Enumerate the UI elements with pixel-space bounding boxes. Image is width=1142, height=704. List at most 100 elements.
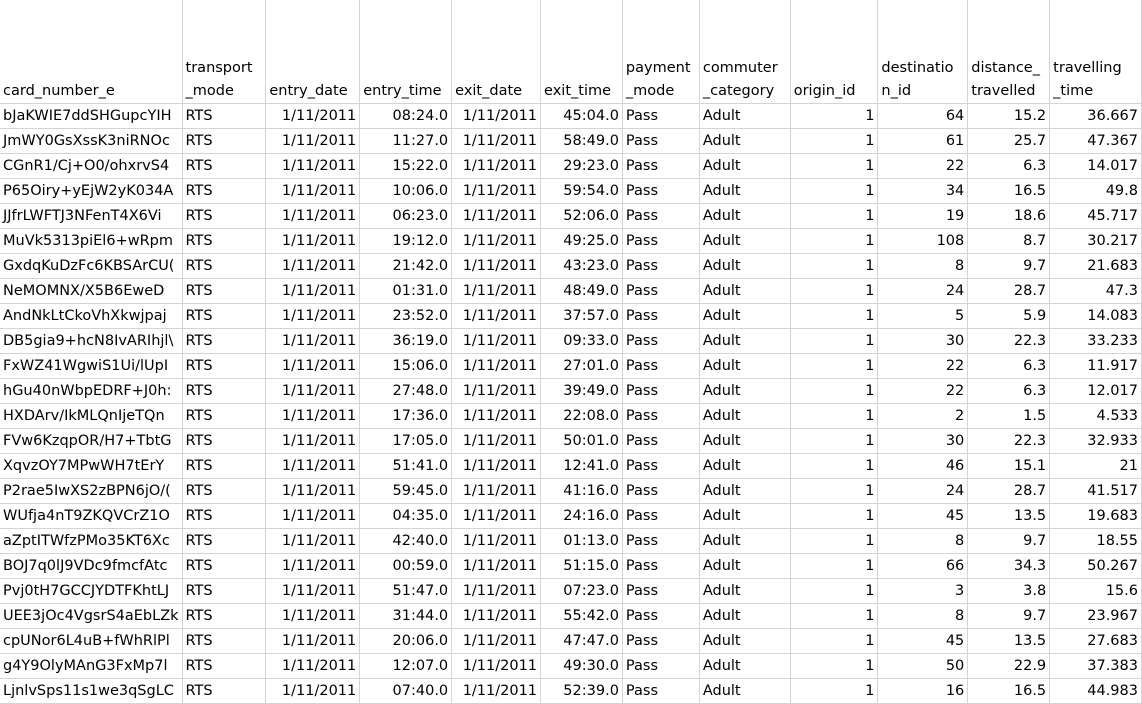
travelling-time-cell[interactable]: 33.233 [1049,328,1142,354]
entry-date-cell[interactable]: 1/11/2011 [265,503,361,529]
distance-travelled-cell[interactable]: 22.9 [967,653,1051,679]
exit-date-cell[interactable]: 1/11/2011 [451,328,542,354]
card-number-cell[interactable]: DB5gia9+hcN8IvARIhjl\ [0,328,183,354]
transport-mode-cell[interactable]: RTS [182,228,267,254]
payment-mode-cell[interactable]: Pass [622,353,700,379]
card-number-cell[interactable]: cpUNor6L4uB+fWhRlPl [0,628,183,654]
destination-id-cell[interactable]: 108 [877,228,969,254]
transport-mode-cell[interactable]: RTS [182,353,267,379]
exit-time-cell[interactable]: 59:54.0 [540,178,623,204]
commuter-category-cell[interactable]: Adult [699,428,791,454]
travelling-time-cell[interactable]: 27.683 [1049,628,1142,654]
distance-travelled-cell[interactable]: 16.5 [967,178,1051,204]
payment-mode-cell[interactable]: Pass [622,253,700,279]
card-number-cell[interactable]: P2rae5IwXS2zBPN6jO/( [0,478,183,504]
commuter-category-cell[interactable]: Adult [699,228,791,254]
transport-mode-cell[interactable]: RTS [182,178,267,204]
entry-time-cell[interactable]: 10:06.0 [359,178,453,204]
exit-date-cell[interactable]: 1/11/2011 [451,103,542,129]
origin-id-cell[interactable]: 1 [790,303,879,329]
distance-travelled-cell[interactable]: 22.3 [967,328,1051,354]
entry-date-cell[interactable]: 1/11/2011 [265,278,361,304]
exit-time-cell[interactable]: 09:33.0 [540,328,623,354]
payment-mode-cell[interactable]: Pass [622,103,700,129]
exit-time-cell[interactable]: 50:01.0 [540,428,623,454]
exit-time-cell[interactable]: 43:23.0 [540,253,623,279]
destination-id-cell[interactable]: 8 [877,253,969,279]
travelling-time-cell[interactable]: 4.533 [1049,403,1142,429]
header-cell[interactable]: destinatio n_id [877,0,969,104]
payment-mode-cell[interactable]: Pass [622,378,700,404]
entry-time-cell[interactable]: 36:19.0 [359,328,453,354]
commuter-category-cell[interactable]: Adult [699,578,791,604]
distance-travelled-cell[interactable]: 6.3 [967,378,1051,404]
exit-time-cell[interactable]: 48:49.0 [540,278,623,304]
origin-id-cell[interactable]: 1 [790,528,879,554]
exit-date-cell[interactable]: 1/11/2011 [451,353,542,379]
exit-time-cell[interactable]: 22:08.0 [540,403,623,429]
card-number-cell[interactable]: hGu40nWbpEDRF+J0h: [0,378,183,404]
origin-id-cell[interactable]: 1 [790,353,879,379]
exit-date-cell[interactable]: 1/11/2011 [451,578,542,604]
entry-date-cell[interactable]: 1/11/2011 [265,403,361,429]
payment-mode-cell[interactable]: Pass [622,278,700,304]
destination-id-cell[interactable]: 8 [877,528,969,554]
origin-id-cell[interactable]: 1 [790,278,879,304]
destination-id-cell[interactable]: 34 [877,178,969,204]
payment-mode-cell[interactable]: Pass [622,303,700,329]
distance-travelled-cell[interactable]: 13.5 [967,628,1051,654]
transport-mode-cell[interactable]: RTS [182,128,267,154]
card-number-cell[interactable]: NeMOMNX/X5B6EweD [0,278,183,304]
commuter-category-cell[interactable]: Adult [699,153,791,179]
destination-id-cell[interactable]: 22 [877,378,969,404]
entry-time-cell[interactable]: 42:40.0 [359,528,453,554]
entry-time-cell[interactable]: 31:44.0 [359,603,453,629]
travelling-time-cell[interactable]: 18.55 [1049,528,1142,554]
transport-mode-cell[interactable]: RTS [182,303,267,329]
entry-date-cell[interactable]: 1/11/2011 [265,603,361,629]
payment-mode-cell[interactable]: Pass [622,653,700,679]
distance-travelled-cell[interactable]: 6.3 [967,353,1051,379]
transport-mode-cell[interactable]: RTS [182,653,267,679]
distance-travelled-cell[interactable]: 22.3 [967,428,1051,454]
origin-id-cell[interactable]: 1 [790,578,879,604]
entry-time-cell[interactable]: 21:42.0 [359,253,453,279]
exit-time-cell[interactable]: 01:13.0 [540,528,623,554]
travelling-time-cell[interactable]: 19.683 [1049,503,1142,529]
payment-mode-cell[interactable]: Pass [622,578,700,604]
entry-date-cell[interactable]: 1/11/2011 [265,303,361,329]
commuter-category-cell[interactable]: Adult [699,553,791,579]
exit-time-cell[interactable]: 51:15.0 [540,553,623,579]
entry-date-cell[interactable]: 1/11/2011 [265,103,361,129]
exit-date-cell[interactable]: 1/11/2011 [451,203,542,229]
exit-time-cell[interactable]: 27:01.0 [540,353,623,379]
origin-id-cell[interactable]: 1 [790,428,879,454]
destination-id-cell[interactable]: 45 [877,628,969,654]
card-number-cell[interactable]: UEE3jOc4VgsrS4aEbLZk [0,603,183,629]
header-cell[interactable]: card_number_e [0,0,183,104]
transport-mode-cell[interactable]: RTS [182,553,267,579]
entry-date-cell[interactable]: 1/11/2011 [265,253,361,279]
card-number-cell[interactable]: HXDArv/IkMLQnIjeTQn [0,403,183,429]
exit-date-cell[interactable]: 1/11/2011 [451,603,542,629]
origin-id-cell[interactable]: 1 [790,228,879,254]
destination-id-cell[interactable]: 22 [877,353,969,379]
destination-id-cell[interactable]: 3 [877,578,969,604]
distance-travelled-cell[interactable]: 9.7 [967,528,1051,554]
transport-mode-cell[interactable]: RTS [182,503,267,529]
entry-time-cell[interactable]: 51:47.0 [359,578,453,604]
distance-travelled-cell[interactable]: 3.8 [967,578,1051,604]
commuter-category-cell[interactable]: Adult [699,203,791,229]
commuter-category-cell[interactable]: Adult [699,253,791,279]
destination-id-cell[interactable]: 24 [877,478,969,504]
card-number-cell[interactable]: JmWY0GsXssK3niRNOc [0,128,183,154]
header-cell[interactable]: distance_ travelled [967,0,1051,104]
distance-travelled-cell[interactable]: 6.3 [967,153,1051,179]
exit-date-cell[interactable]: 1/11/2011 [451,128,542,154]
transport-mode-cell[interactable]: RTS [182,628,267,654]
travelling-time-cell[interactable]: 50.267 [1049,553,1142,579]
distance-travelled-cell[interactable]: 9.7 [967,253,1051,279]
entry-time-cell[interactable]: 08:24.0 [359,103,453,129]
destination-id-cell[interactable]: 46 [877,453,969,479]
distance-travelled-cell[interactable]: 15.2 [967,103,1051,129]
